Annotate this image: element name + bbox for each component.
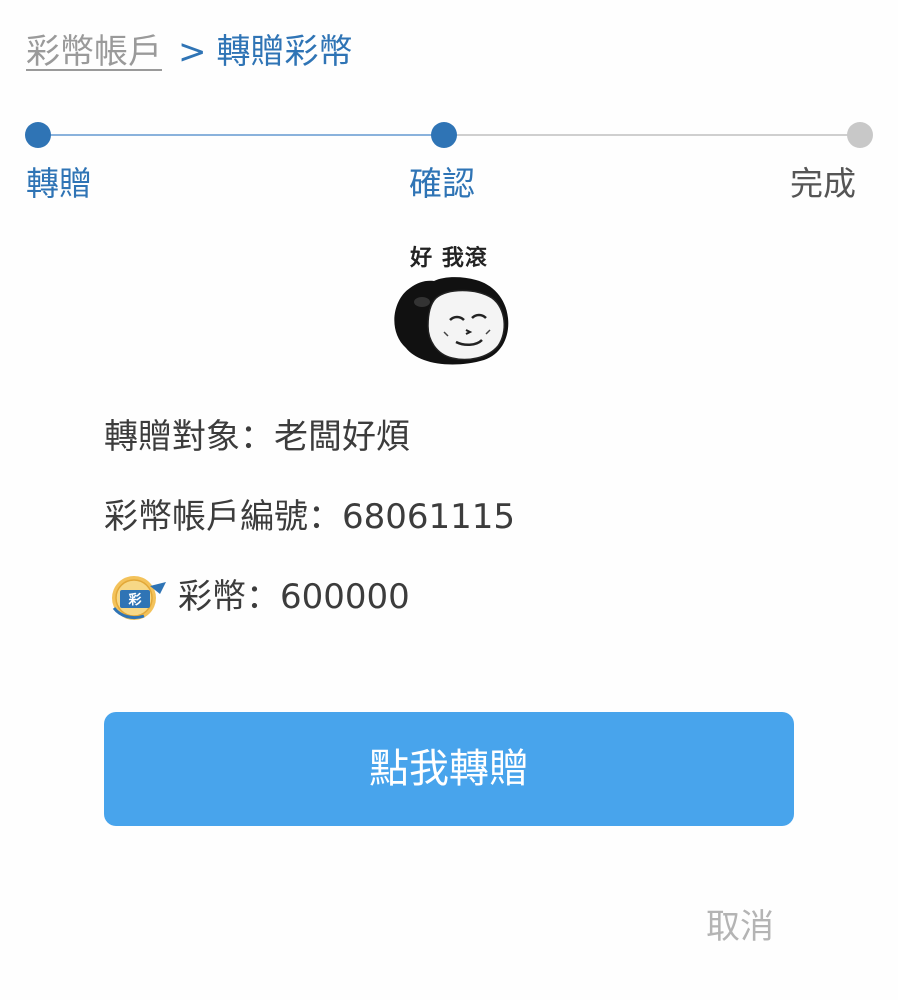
step-label-complete: 完成 (790, 164, 856, 203)
panda-face-icon (394, 277, 509, 365)
step-dot-complete (847, 122, 873, 148)
step-connector-pending (444, 134, 860, 136)
breadcrumb-link-coin-account[interactable]: 彩幣帳戶 (26, 32, 162, 72)
step-dot-transfer (25, 122, 51, 148)
progress-stepper: 轉贈 確認 完成 (0, 120, 898, 210)
breadcrumb-current: 轉贈彩幣 (216, 32, 353, 72)
confirm-transfer-button[interactable]: 點我轉贈 (104, 712, 794, 826)
recipient-text: 轉贈對象：老闆好煩 (104, 417, 410, 457)
step-connector-completed (38, 134, 444, 136)
step-label-transfer: 轉贈 (26, 164, 92, 203)
step-dot-confirm (431, 122, 457, 148)
svg-text:彩: 彩 (127, 592, 141, 608)
cancel-button[interactable]: 取消 (706, 904, 774, 950)
coin-amount-text: 彩幣：600000 (178, 577, 410, 617)
step-label-confirm: 確認 (409, 164, 475, 203)
account-number-text: 彩幣帳戶編號：68061115 (104, 497, 516, 537)
panda-meme-sticker: 好 我滾 (384, 236, 514, 372)
lottery-coin-icon: 彩 (112, 576, 166, 620)
breadcrumb: 彩幣帳戶 > 轉贈彩幣 (26, 28, 353, 76)
breadcrumb-separator: > (178, 32, 207, 72)
